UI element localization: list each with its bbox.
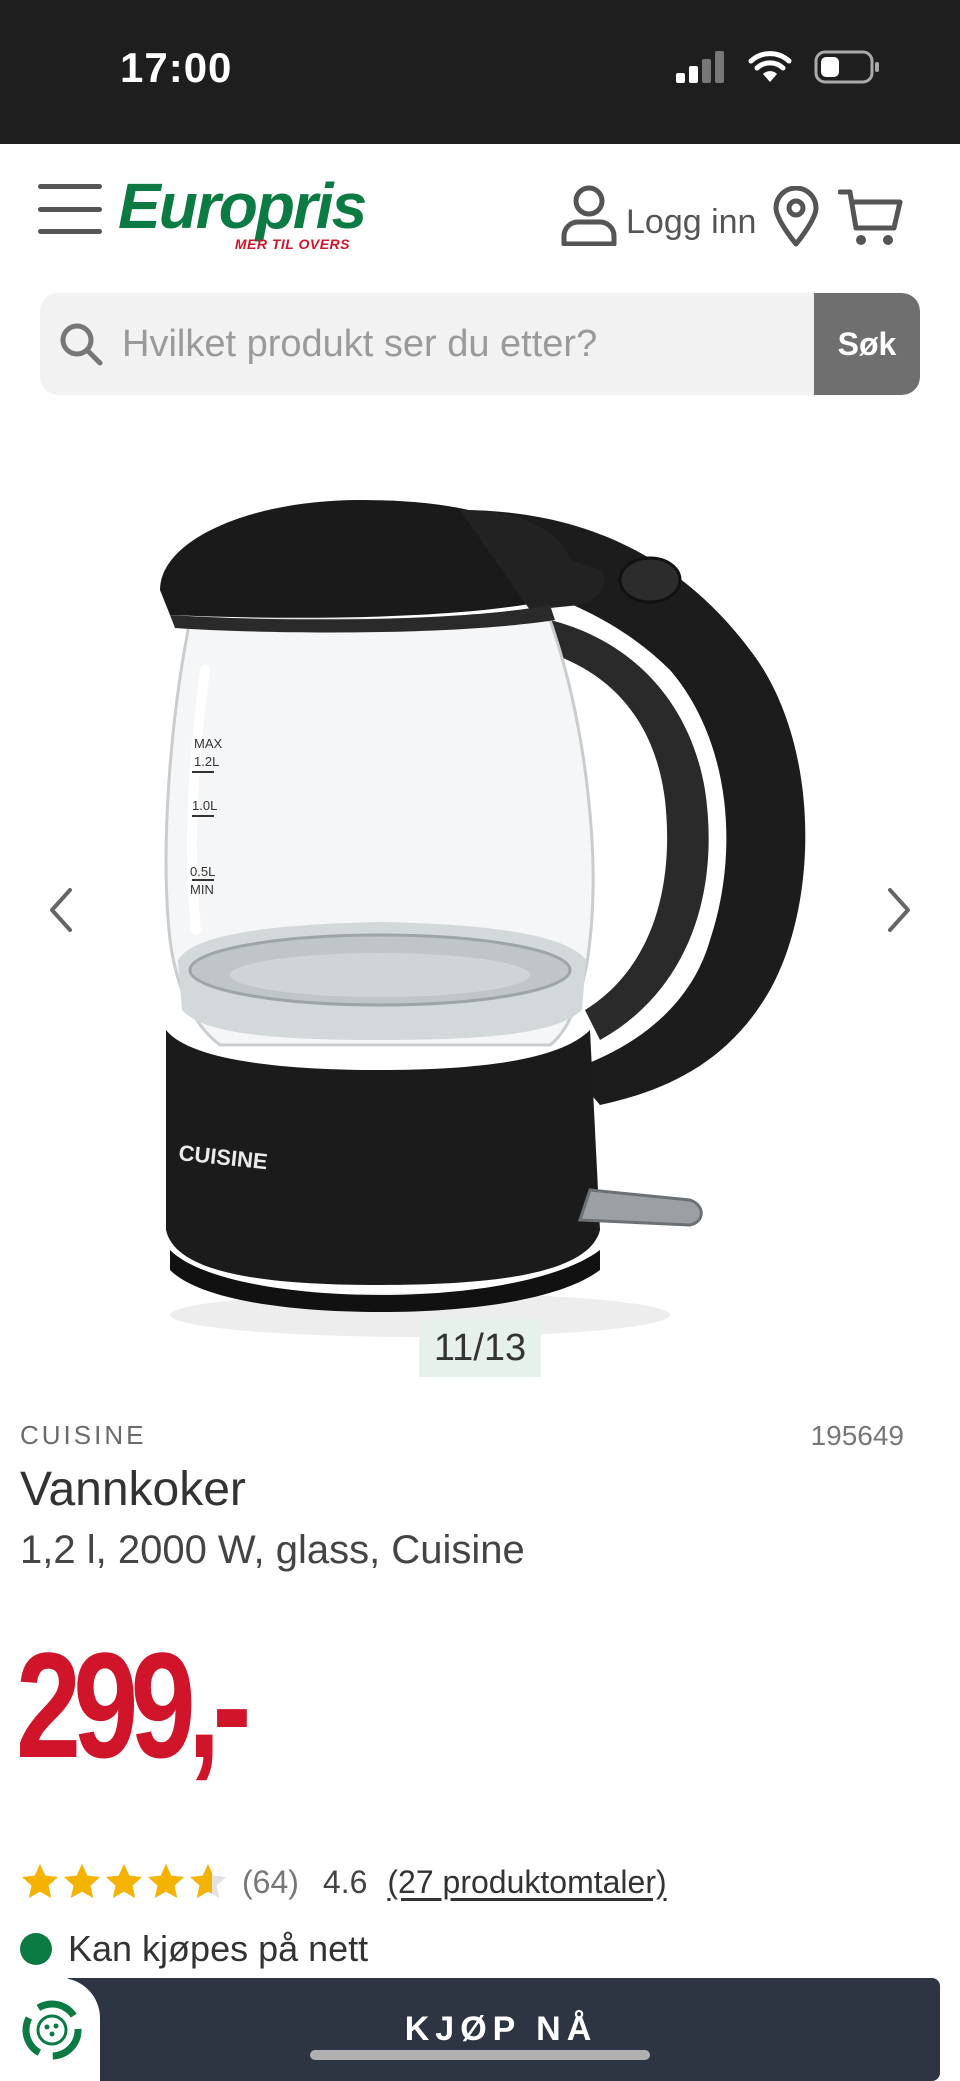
logo-tagline: MER TIL OVERS	[234, 236, 350, 252]
star-icon	[106, 1864, 142, 1898]
status-bar: 17:00	[0, 0, 960, 144]
availability-text: Kan kjøpes på nett	[68, 1928, 369, 1969]
buy-now-button[interactable]: KJØP NÅ	[62, 1978, 940, 2081]
rating-average: 4.6	[322, 1863, 368, 1900]
product-image-kettle[interactable]: MAX 1.2L 1.0L 0.5L MIN CUISINE	[130, 470, 830, 1350]
kettle-mark: 0.5L	[190, 864, 215, 879]
product-title: Vannkoker	[20, 1463, 246, 1516]
recycle-badge-icon	[22, 2000, 82, 2060]
search-icon	[60, 323, 103, 366]
search-input[interactable]	[122, 293, 822, 395]
recycle-badge[interactable]	[0, 1978, 100, 2081]
chevron-left-icon[interactable]	[40, 880, 80, 940]
status-time: 17:00	[120, 44, 233, 91]
search-button[interactable]: Søk	[814, 293, 920, 395]
rating-summary: (64) 4.6 (27 produktomtaler)	[20, 1862, 667, 1902]
availability-status: Kan kjøpes på nett	[20, 1928, 368, 1970]
home-indicator	[310, 2050, 650, 2060]
star-icon	[148, 1864, 184, 1898]
menu-icon-line	[38, 206, 102, 212]
user-icon	[561, 185, 617, 246]
chevron-right-icon[interactable]	[880, 880, 920, 940]
logo-wordmark: Europris	[118, 170, 367, 242]
location-pin-icon[interactable]	[772, 186, 820, 248]
kettle-mark: 1.2L	[194, 754, 219, 769]
login-label: Logg inn	[626, 203, 757, 241]
kettle-mark: MAX	[194, 736, 223, 751]
star-icon	[64, 1864, 100, 1898]
rating-stars	[20, 1862, 228, 1902]
kettle-mark: MIN	[190, 882, 214, 897]
search-bar: Søk	[40, 293, 920, 395]
status-icons	[676, 50, 880, 84]
kettle-mark: 1.0L	[192, 798, 217, 813]
europris-logo[interactable]: Europris MER TIL OVERS	[118, 170, 367, 264]
menu-icon-line	[38, 184, 102, 189]
signal-icon	[676, 51, 724, 83]
site-header: Europris MER TIL OVERS Logg inn	[0, 144, 960, 284]
star-icon	[22, 1864, 58, 1898]
rating-count: (64)	[242, 1863, 299, 1900]
product-sku: 195649	[810, 1420, 904, 1451]
availability-dot-icon	[20, 1933, 52, 1965]
menu-icon-line	[38, 229, 102, 234]
product-price: 299,-	[16, 1621, 251, 1789]
star-icon	[190, 1864, 226, 1898]
product-gallery: MAX 1.2L 1.0L 0.5L MIN CUISINE 11/13	[0, 430, 960, 1390]
image-counter: 11/13	[419, 1319, 541, 1377]
cart-icon[interactable]	[838, 188, 904, 248]
wifi-icon	[748, 51, 792, 82]
login-button[interactable]: Logg inn	[560, 184, 756, 246]
battery-icon	[814, 50, 879, 84]
product-subtitle: 1,2 l, 2000 W, glass, Cuisine	[20, 1528, 525, 1572]
menu-button[interactable]	[38, 184, 102, 234]
product-brand[interactable]: CUISINE	[20, 1420, 146, 1451]
reviews-link[interactable]: (27 produktomtaler)	[387, 1864, 666, 1901]
